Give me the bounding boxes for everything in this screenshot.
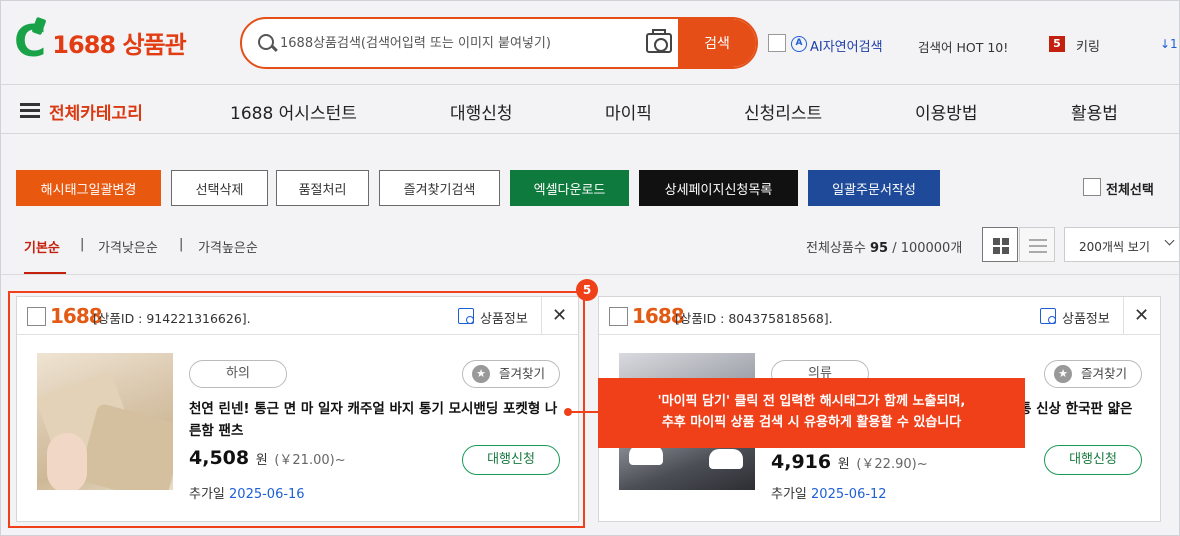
sort-separator: | bbox=[80, 237, 85, 252]
favorite-search-button[interactable]: 즐겨찾기검색 bbox=[379, 170, 500, 206]
total-count-value: 95 bbox=[869, 241, 889, 256]
close-icon[interactable]: ✕ bbox=[1134, 305, 1149, 326]
callout-line-1: '마이픽 담기' 클릭 전 입력한 해시태그가 함께 노출되며, bbox=[657, 394, 966, 409]
product-info-icon[interactable] bbox=[458, 308, 474, 324]
product-card: 1688 [상품ID : 914221316626]. 상품정보 ✕ 하의 ★ … bbox=[16, 296, 579, 522]
total-count: 전체상품수 95 / 100000개 bbox=[806, 237, 962, 256]
close-icon[interactable]: ✕ bbox=[552, 305, 567, 326]
main-nav: 전체카테고리 1688 어시스턴트 대행신청 마이픽 신청리스트 이용방법 활용… bbox=[0, 84, 1180, 134]
divider bbox=[1123, 297, 1124, 335]
sort-price-high[interactable]: 가격높은순 bbox=[198, 237, 258, 256]
search-bar: 검색 bbox=[240, 17, 758, 69]
sort-price-low[interactable]: 가격낮은순 bbox=[98, 237, 158, 256]
excel-download-button[interactable]: 엑셀다운로드 bbox=[510, 170, 629, 206]
product-id: [상품ID : 804375818568]. bbox=[675, 311, 833, 326]
list-view-icon[interactable] bbox=[1019, 227, 1055, 262]
sort-default[interactable]: 기본순 bbox=[24, 237, 60, 256]
product-checkbox[interactable] bbox=[609, 307, 628, 326]
product-title[interactable]: 천연 린넨! 통근 면 마 일자 캐주얼 바지 통기 모시밴딩 포켓형 나른함 … bbox=[189, 398, 564, 442]
per-page-select[interactable]: 200개씩 보기 bbox=[1064, 227, 1180, 262]
price-cny: (￥22.90)~ bbox=[856, 457, 928, 472]
logo-text: 1688 상품관 bbox=[52, 30, 186, 59]
divider bbox=[541, 297, 542, 335]
rank-change: ↓1 bbox=[1160, 37, 1178, 51]
product-image[interactable] bbox=[37, 353, 173, 490]
delete-selected-button[interactable]: 선택삭제 bbox=[171, 170, 268, 206]
price-cny: (￥21.00)~ bbox=[274, 453, 346, 468]
ai-search-label[interactable]: AI자연어검색 bbox=[810, 36, 883, 55]
search-icon bbox=[258, 34, 274, 50]
price-value: 4,508 bbox=[189, 447, 250, 469]
nav-item-request-list[interactable]: 신청리스트 bbox=[744, 99, 822, 124]
search-input[interactable] bbox=[280, 29, 640, 57]
logo-mark-icon: C bbox=[14, 16, 47, 67]
nav-item-assistant[interactable]: 1688 어시스턴트 bbox=[230, 99, 357, 124]
search-button[interactable]: 검색 bbox=[678, 19, 756, 67]
product-info-link[interactable]: 상품정보 bbox=[1062, 308, 1110, 327]
added-date-label: 추가일 bbox=[771, 487, 807, 502]
favorite-button[interactable]: ★ 즐겨찾기 bbox=[1044, 360, 1142, 388]
added-date: 추가일 2025-06-16 bbox=[189, 483, 305, 502]
rank-badge: 5 bbox=[1049, 36, 1065, 52]
soldout-button[interactable]: 품절처리 bbox=[276, 170, 369, 206]
product-checkbox[interactable] bbox=[27, 307, 46, 326]
added-date-label: 추가일 bbox=[189, 487, 225, 502]
menu-icon[interactable] bbox=[20, 103, 40, 106]
price-unit: 원 bbox=[255, 453, 268, 468]
agency-apply-button[interactable]: 대행신청 bbox=[1044, 445, 1142, 475]
favorite-label: 즐겨찾기 bbox=[1081, 366, 1128, 381]
bulk-order-button[interactable]: 일괄주문서작성 bbox=[808, 170, 940, 206]
added-date-value: 2025-06-12 bbox=[811, 487, 887, 502]
card-header: 1688 [상품ID : 914221316626]. 상품정보 ✕ bbox=[17, 297, 578, 335]
hot-keywords-label[interactable]: 검색어 HOT 10! bbox=[918, 37, 1008, 56]
product-price: 4,508 원 (￥21.00)~ bbox=[189, 447, 346, 469]
product-info-icon[interactable] bbox=[1040, 308, 1056, 324]
product-info-link[interactable]: 상품정보 bbox=[480, 308, 528, 327]
added-date-value: 2025-06-16 bbox=[229, 487, 305, 502]
total-max: / 100000개 bbox=[892, 241, 963, 256]
callout-box: '마이픽 담기' 클릭 전 입력한 해시태그가 함께 노출되며, 추후 마이픽 … bbox=[598, 378, 1025, 448]
select-all-label[interactable]: 전체선택 bbox=[1106, 179, 1154, 198]
nav-item-tips[interactable]: 활용법 bbox=[1071, 99, 1118, 124]
nav-item-how-to[interactable]: 이용방법 bbox=[915, 99, 978, 124]
detail-page-list-button[interactable]: 상세페이지신청목록 bbox=[639, 170, 798, 206]
divider bbox=[0, 274, 1180, 275]
hashtag-pill[interactable]: 하의 bbox=[189, 360, 287, 388]
favorite-button[interactable]: ★ 즐겨찾기 bbox=[462, 360, 560, 388]
star-icon: ★ bbox=[1054, 365, 1072, 383]
nav-item-mypick[interactable]: 마이픽 bbox=[605, 99, 652, 124]
total-label: 전체상품수 bbox=[806, 241, 866, 256]
callout-line-2: 추후 마이픽 상품 검색 시 유용하게 활용할 수 있습니다 bbox=[661, 415, 962, 430]
callout-line bbox=[571, 411, 599, 413]
agency-apply-button[interactable]: 대행신청 bbox=[462, 445, 560, 475]
price-unit: 원 bbox=[837, 457, 850, 472]
product-price: 4,916 원 (￥22.90)~ bbox=[771, 451, 928, 473]
product-id: [상품ID : 914221316626]. bbox=[93, 311, 251, 326]
product-title[interactable]: 통 신상 한국판 얇은 bbox=[1019, 398, 1149, 420]
select-all-checkbox[interactable] bbox=[1083, 178, 1101, 196]
step-badge: 5 bbox=[576, 279, 598, 301]
site-logo[interactable]: C 1688 상품관 bbox=[14, 16, 187, 67]
rank-keyword[interactable]: 키링 bbox=[1076, 36, 1100, 55]
grid-view-icon[interactable] bbox=[982, 227, 1018, 262]
favorite-label: 즐겨찾기 bbox=[499, 366, 546, 381]
bulk-hashtag-button[interactable]: 해시태그일괄변경 bbox=[16, 170, 161, 206]
card-header: 1688 [상품ID : 804375818568]. 상품정보 ✕ bbox=[599, 297, 1160, 335]
header: C 1688 상품관 검색 A AI자연어검색 검색어 HOT 10! 5 키링… bbox=[0, 0, 1180, 84]
ai-search-checkbox[interactable] bbox=[768, 34, 786, 52]
ai-icon: A bbox=[791, 36, 807, 52]
camera-icon[interactable] bbox=[646, 29, 672, 53]
added-date: 추가일 2025-06-12 bbox=[771, 483, 887, 502]
nav-all-categories[interactable]: 전체카테고리 bbox=[49, 99, 143, 124]
price-value: 4,916 bbox=[771, 451, 832, 473]
nav-item-agency[interactable]: 대행신청 bbox=[450, 99, 513, 124]
star-icon: ★ bbox=[472, 365, 490, 383]
sort-separator: | bbox=[179, 237, 184, 252]
